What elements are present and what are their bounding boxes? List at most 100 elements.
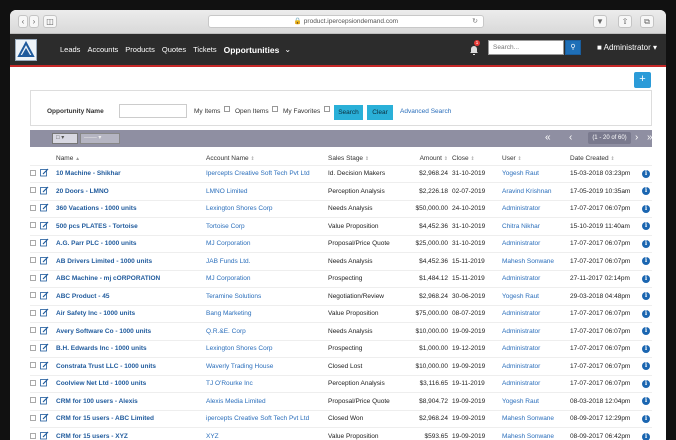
info-icon[interactable]: i: [642, 427, 652, 440]
edit-icon[interactable]: [40, 182, 56, 200]
next-page-icon[interactable]: ›: [635, 132, 638, 144]
assigned-user[interactable]: Administrator: [502, 234, 570, 253]
assigned-user[interactable]: Yogesh Raut: [502, 287, 570, 305]
select-all-dropdown[interactable]: □ ▾: [52, 133, 78, 144]
clear-button[interactable]: Clear: [367, 105, 393, 120]
assigned-user[interactable]: Administrator: [502, 339, 570, 358]
row-checkbox[interactable]: [30, 409, 40, 428]
edit-icon[interactable]: [40, 322, 56, 340]
opportunity-name[interactable]: AB Drivers Limited - 1000 units: [56, 252, 206, 270]
table-row[interactable]: 10 Machine - Shikhar Ipercepts Creative S…: [30, 164, 652, 183]
column-name[interactable]: Name ▲: [56, 152, 206, 165]
sidebar-toggle-icon[interactable]: ◫: [43, 15, 57, 28]
row-checkbox[interactable]: [30, 287, 40, 305]
table-row[interactable]: B.H. Edwards Inc - 1000 units Lexington S…: [30, 339, 652, 358]
info-icon[interactable]: i: [642, 217, 652, 235]
table-row[interactable]: Air Safety Inc - 1000 units Bang Marketin…: [30, 304, 652, 323]
info-icon[interactable]: i: [642, 392, 652, 410]
bulk-action-dropdown[interactable]: ─── ▾: [80, 133, 120, 144]
edit-icon[interactable]: [40, 269, 56, 288]
row-checkbox[interactable]: [30, 164, 40, 183]
edit-icon[interactable]: [40, 164, 56, 183]
column-date-created[interactable]: Date Created ⇕: [570, 152, 642, 165]
column-sales-stage[interactable]: Sales Stage ⇕: [328, 152, 400, 165]
assigned-user[interactable]: Administrator: [502, 269, 570, 288]
row-checkbox[interactable]: [30, 182, 40, 200]
column-close[interactable]: Close ⇕: [452, 152, 502, 165]
opportunity-name[interactable]: 500 pcs PLATES - Tortoise: [56, 217, 206, 235]
column-amount[interactable]: Amount ⇕: [400, 152, 452, 165]
table-row[interactable]: 360 Vacations - 1000 units Lexington Shor…: [30, 199, 652, 218]
row-checkbox[interactable]: [30, 252, 40, 270]
edit-icon[interactable]: [40, 252, 56, 270]
table-row[interactable]: CRM for 15 users - XYZ XYZ Value Propositi…: [30, 427, 652, 440]
opportunity-name-input[interactable]: [119, 104, 187, 118]
opportunity-name[interactable]: Avery Software Co - 1000 units: [56, 322, 206, 340]
assigned-user[interactable]: Yogesh Raut: [502, 164, 570, 183]
info-icon[interactable]: i: [642, 304, 652, 323]
nav-leads[interactable]: Leads: [60, 45, 80, 54]
info-icon[interactable]: i: [642, 374, 652, 393]
info-icon[interactable]: i: [642, 164, 652, 183]
assigned-user[interactable]: Administrator: [502, 322, 570, 340]
account-name[interactable]: Waverly Trading House: [206, 357, 328, 375]
back-button[interactable]: ‹: [18, 15, 28, 28]
opportunity-name[interactable]: CRM for 100 users - Alexis: [56, 392, 206, 410]
account-name[interactable]: Bang Marketing: [206, 304, 328, 323]
row-checkbox[interactable]: [30, 217, 40, 235]
opportunity-name[interactable]: CRM for 15 users - XYZ: [56, 427, 206, 440]
account-name[interactable]: MJ Corporation: [206, 269, 328, 288]
edit-icon[interactable]: [40, 409, 56, 428]
reload-icon[interactable]: ↻: [472, 16, 478, 27]
info-icon[interactable]: i: [642, 322, 652, 340]
account-name[interactable]: Alexis Media Limited: [206, 392, 328, 410]
edit-icon[interactable]: [40, 339, 56, 358]
address-bar[interactable]: 🔒 product.ipercepsiondemand.com ↻: [208, 15, 484, 28]
table-row[interactable]: ABC Machine - mj cORPORATION MJ Corporati…: [30, 269, 652, 288]
edit-icon[interactable]: [40, 287, 56, 305]
chevron-down-icon[interactable]: ⌄: [284, 45, 291, 54]
notification-bell-icon[interactable]: 1: [468, 40, 480, 55]
last-page-icon[interactable]: »: [647, 132, 653, 144]
nav-accounts[interactable]: Accounts: [87, 45, 118, 54]
info-icon[interactable]: i: [642, 199, 652, 218]
nav-quotes[interactable]: Quotes: [162, 45, 186, 54]
opportunity-name[interactable]: Constrata Trust LLC - 1000 units: [56, 357, 206, 375]
assigned-user[interactable]: Yogesh Raut: [502, 392, 570, 410]
info-icon[interactable]: i: [642, 182, 652, 200]
opportunity-name[interactable]: A.G. Parr PLC - 1000 units: [56, 234, 206, 253]
forward-button[interactable]: ›: [29, 15, 39, 28]
opportunity-name[interactable]: ABC Product - 45: [56, 287, 206, 305]
info-icon[interactable]: i: [642, 339, 652, 358]
edit-icon[interactable]: [40, 357, 56, 375]
search-button[interactable]: Search: [334, 105, 363, 120]
assigned-user[interactable]: Chitra Nikhar: [502, 217, 570, 235]
table-row[interactable]: CRM for 15 users - ABC Limited ipercepts …: [30, 409, 652, 428]
info-icon[interactable]: i: [642, 287, 652, 305]
table-row[interactable]: 20 Doors - LMNO LMNO Limited Perception An…: [30, 182, 652, 200]
table-row[interactable]: 500 pcs PLATES - Tortoise Tortoise Corp Va…: [30, 217, 652, 235]
account-name[interactable]: Tortoise Corp: [206, 217, 328, 235]
table-row[interactable]: CRM for 100 users - Alexis Alexis Media L…: [30, 392, 652, 410]
my-items-checkbox[interactable]: [224, 106, 230, 112]
my-favorites-checkbox[interactable]: [324, 106, 330, 112]
column-user[interactable]: User ⇕: [502, 152, 570, 165]
share-icon[interactable]: ⇧: [618, 15, 632, 28]
edit-icon[interactable]: [40, 392, 56, 410]
row-checkbox[interactable]: [30, 357, 40, 375]
edit-icon[interactable]: [40, 427, 56, 440]
account-name[interactable]: Q.R.&E. Corp: [206, 322, 328, 340]
account-name[interactable]: ipercepts Creative Soft Tech Pvt Ltd: [206, 409, 328, 428]
account-name[interactable]: XYZ: [206, 427, 328, 440]
assigned-user[interactable]: Administrator: [502, 357, 570, 375]
row-checkbox[interactable]: [30, 427, 40, 440]
info-icon[interactable]: i: [642, 234, 652, 253]
tabs-icon[interactable]: ⧉: [640, 15, 654, 28]
table-row[interactable]: Avery Software Co - 1000 units Q.R.&E. Co…: [30, 322, 652, 340]
first-page-icon[interactable]: «: [545, 132, 551, 144]
table-row[interactable]: AB Drivers Limited - 1000 units JAB Funds…: [30, 252, 652, 270]
edit-icon[interactable]: [40, 234, 56, 253]
nav-products[interactable]: Products: [125, 45, 155, 54]
global-search-input[interactable]: [488, 40, 564, 55]
account-name[interactable]: Lexington Shores Corp: [206, 199, 328, 218]
